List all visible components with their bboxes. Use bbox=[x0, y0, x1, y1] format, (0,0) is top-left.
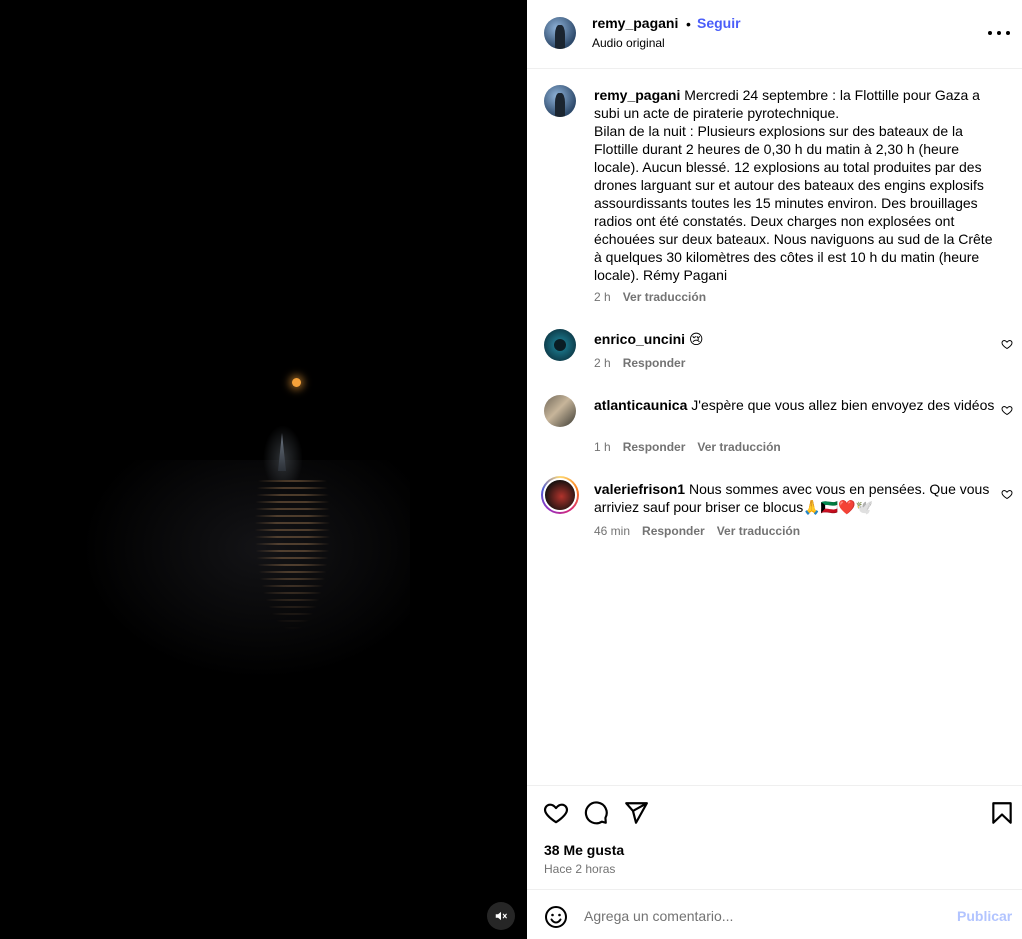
avatar-story-ring[interactable] bbox=[541, 476, 579, 514]
video-reflection bbox=[255, 480, 330, 630]
avatar[interactable] bbox=[544, 17, 576, 49]
like-heart-icon[interactable] bbox=[543, 800, 569, 826]
translate-button[interactable]: Ver traducción bbox=[623, 290, 706, 304]
comment-time[interactable]: 46 min bbox=[594, 524, 630, 538]
audio-label[interactable]: Audio original bbox=[592, 36, 665, 50]
caption-avatar[interactable] bbox=[544, 85, 576, 117]
video-water bbox=[80, 460, 410, 680]
translate-button[interactable]: Ver traducción bbox=[717, 524, 800, 538]
comment-username[interactable]: atlanticaunica bbox=[594, 397, 687, 413]
comment-time[interactable]: 1 h bbox=[594, 440, 611, 454]
author-username[interactable]: remy_pagani bbox=[592, 15, 678, 31]
like-comment-icon[interactable] bbox=[1001, 338, 1013, 350]
comment-text: J'espère que vous allez bien envoyez des… bbox=[691, 397, 995, 413]
comment: atlanticaunica J'espère que vous allez b… bbox=[594, 396, 1004, 414]
comment-meta: 1 h Responder Ver traducción bbox=[594, 440, 781, 454]
caption-meta: 2 h Ver traducción bbox=[594, 290, 706, 304]
caption-text-2: Bilan de la nuit : Plusieurs explosions … bbox=[594, 123, 993, 283]
video-light bbox=[292, 378, 301, 387]
avatar[interactable] bbox=[544, 395, 576, 427]
caption: remy_pagani Mercredi 24 septembre : la F… bbox=[594, 86, 1004, 284]
like-comment-icon[interactable] bbox=[1001, 488, 1013, 500]
reply-button[interactable]: Responder bbox=[623, 440, 686, 454]
comment-bubble-icon[interactable] bbox=[583, 800, 609, 826]
like-comment-icon[interactable] bbox=[1001, 404, 1013, 416]
share-send-icon[interactable] bbox=[623, 800, 649, 826]
comment-time[interactable]: 2 h bbox=[594, 356, 611, 370]
translate-button[interactable]: Ver traducción bbox=[697, 440, 780, 454]
caption-time[interactable]: 2 h bbox=[594, 290, 611, 304]
post-timestamp[interactable]: Hace 2 horas bbox=[544, 862, 615, 876]
bookmark-icon[interactable] bbox=[989, 800, 1015, 826]
video-frame bbox=[0, 0, 527, 939]
mute-button[interactable] bbox=[487, 902, 515, 930]
comment: valeriefrison1 Nous sommes avec vous en … bbox=[594, 480, 1004, 516]
more-options-icon[interactable] bbox=[988, 23, 1010, 43]
comment-meta: 46 min Responder Ver traducción bbox=[594, 524, 800, 538]
comment-composer: Publicar bbox=[527, 889, 1022, 939]
separator-dot: • bbox=[686, 16, 691, 32]
speaker-muted-icon bbox=[495, 911, 507, 921]
post-actions: 38 Me gusta Hace 2 horas bbox=[527, 785, 1022, 889]
video-boat bbox=[263, 425, 303, 480]
comment-username[interactable]: enrico_uncini bbox=[594, 331, 685, 347]
avatar bbox=[543, 478, 577, 512]
comment-input[interactable] bbox=[584, 905, 944, 927]
reply-button[interactable]: Responder bbox=[642, 524, 705, 538]
comment-meta: 2 h Responder bbox=[594, 356, 685, 370]
follow-button[interactable]: Seguir bbox=[697, 15, 741, 31]
caption-username[interactable]: remy_pagani bbox=[594, 87, 680, 103]
post-header: remy_pagani • Seguir Audio original bbox=[527, 0, 1022, 69]
post-video[interactable] bbox=[0, 0, 527, 939]
comment-text: 😢 bbox=[688, 331, 704, 347]
avatar[interactable] bbox=[544, 329, 576, 361]
post-side-panel: remy_pagani • Seguir Audio original remy… bbox=[527, 0, 1022, 939]
likes-count[interactable]: 38 Me gusta bbox=[544, 842, 624, 858]
emoji-icon[interactable] bbox=[544, 905, 568, 929]
comment: enrico_uncini 😢 bbox=[594, 330, 1004, 348]
reply-button[interactable]: Responder bbox=[623, 356, 686, 370]
publish-button[interactable]: Publicar bbox=[957, 908, 1012, 924]
comment-username[interactable]: valeriefrison1 bbox=[594, 481, 685, 497]
